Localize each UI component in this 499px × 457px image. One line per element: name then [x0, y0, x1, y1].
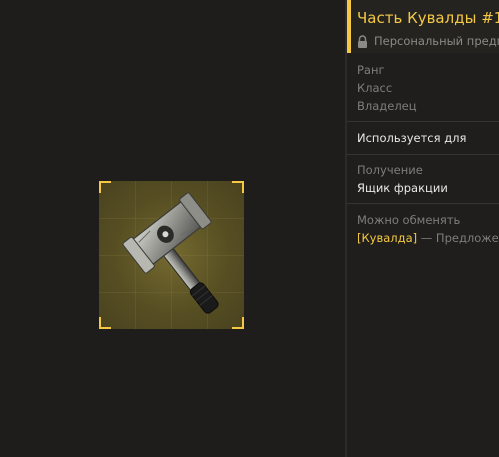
ownership-label: Персональный предмет — [374, 34, 499, 48]
class-label: Класс — [357, 81, 393, 95]
hammer-icon — [122, 192, 219, 314]
item-details-pane: Часть Кувалды #1 Персональный предмет Ра… — [347, 0, 499, 457]
corner-bracket — [232, 317, 244, 329]
ownership-row: Персональный предмет — [357, 34, 499, 48]
divider — [347, 121, 499, 122]
exchange-text: — Предложение — [420, 231, 499, 245]
obtain-value: Ящик фракции — [357, 181, 448, 195]
item-title: Часть Кувалды #1 — [357, 9, 499, 27]
exchange-row: [Кувалда] — Предложение — [357, 231, 499, 245]
rank-label: Ранг — [357, 63, 385, 77]
corner-bracket — [232, 181, 244, 193]
owner-label: Владелец — [357, 99, 417, 113]
corner-bracket — [99, 317, 111, 329]
exchange-link[interactable]: [Кувалда] — [357, 231, 417, 245]
corner-bracket — [99, 181, 111, 193]
exchange-label: Можно обменять — [357, 213, 461, 227]
item-header: Часть Кувалды #1 Персональный предмет — [347, 0, 499, 53]
usage-label: Используется для — [357, 131, 467, 145]
item-slot[interactable] — [99, 181, 244, 329]
divider — [347, 203, 499, 204]
lock-icon — [358, 34, 367, 48]
divider — [347, 154, 499, 155]
obtain-label: Получение — [357, 163, 423, 177]
item-preview-pane — [0, 0, 345, 457]
